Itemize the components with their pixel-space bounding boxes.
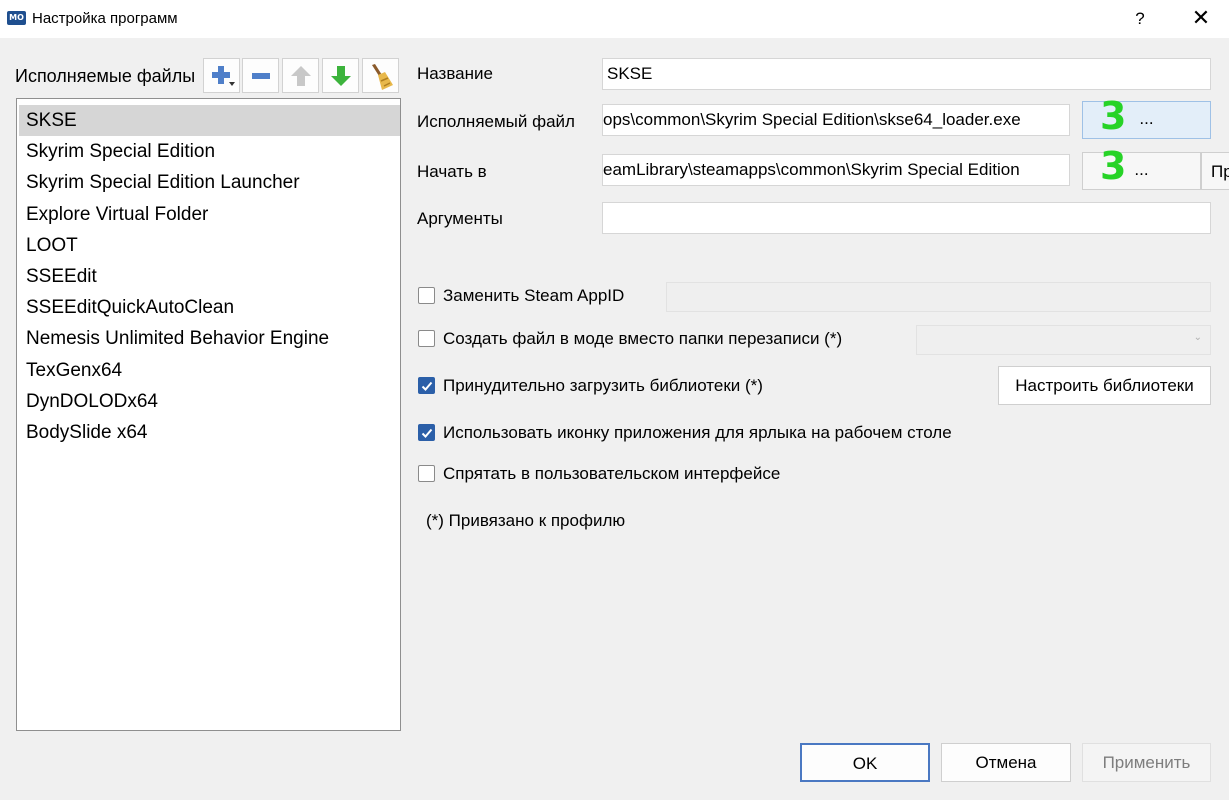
ok-button[interactable]: OK — [800, 743, 930, 782]
list-item[interactable]: Nemesis Unlimited Behavior Engine — [19, 323, 400, 354]
checkmark-icon — [421, 428, 433, 438]
list-item[interactable]: Skyrim Special Edition — [19, 136, 400, 167]
cancel-button[interactable]: Отмена — [941, 743, 1071, 782]
app-icon: MO — [7, 11, 26, 25]
add-executable-button[interactable] — [203, 58, 240, 93]
start-in-path-text: eamLibrary\steamapps\common\Skyrim Speci… — [603, 160, 1020, 179]
list-item[interactable]: Explore Virtual Folder — [19, 199, 400, 230]
create-file-checkbox[interactable] — [418, 330, 435, 347]
list-item[interactable]: SSEEditQuickAutoClean — [19, 292, 400, 323]
start-in-field[interactable]: eamLibrary\steamapps\common\Skyrim Speci… — [602, 154, 1070, 186]
steam-appid-label: Заменить Steam AppID — [443, 286, 625, 305]
apply-button[interactable]: Применить — [1082, 743, 1211, 782]
start-in-label: Начать в — [417, 162, 487, 181]
create-file-label: Создать файл в моде вместо папки перезап… — [443, 329, 843, 348]
binary-field[interactable]: ops\common\Skyrim Special Edition\skse64… — [602, 104, 1070, 136]
move-down-icon — [331, 66, 351, 86]
profile-note: (*) Привязано к профилю — [426, 511, 626, 530]
steam-appid-field — [666, 282, 1211, 312]
force-libs-checkbox[interactable] — [418, 377, 435, 394]
arguments-label: Аргументы — [417, 209, 503, 228]
hide-checkbox[interactable] — [418, 465, 435, 482]
annotation-mark-start-in: 3 — [1100, 144, 1127, 188]
annotation-mark-binary: 3 — [1100, 94, 1127, 138]
move-up-button[interactable] — [282, 58, 319, 93]
clean-broom-icon — [372, 64, 393, 90]
executables-list[interactable]: SKSE Skyrim Special Edition Skyrim Special… — [16, 98, 401, 731]
close-button[interactable]: ✕ — [1186, 4, 1216, 32]
checkmark-icon — [421, 381, 433, 391]
chevron-down-icon: ⌄ — [1193, 332, 1202, 343]
list-item[interactable]: DynDOLODx64 — [19, 386, 400, 417]
arguments-field[interactable] — [602, 202, 1211, 234]
hide-label: Спрятать в пользовательском интерфейсе — [443, 464, 781, 483]
list-item[interactable]: TexGenx64 — [19, 355, 400, 386]
move-up-icon — [291, 66, 311, 86]
list-item[interactable]: SSEEdit — [19, 261, 400, 292]
clean-button[interactable] — [362, 58, 399, 93]
steam-appid-checkbox[interactable] — [418, 287, 435, 304]
executables-label: Исполняемые файлы — [15, 66, 196, 86]
title-field[interactable]: SKSE — [602, 58, 1211, 90]
title-bar: MO Настройка программ ? ✕ — [0, 0, 1229, 38]
list-item[interactable]: Skyrim Special Edition Launcher — [19, 167, 400, 198]
remove-icon — [252, 73, 270, 79]
use-icon-label: Использовать иконку приложения для ярлык… — [443, 423, 952, 442]
configure-libs-button[interactable]: Настроить библиотеки — [998, 366, 1211, 405]
title-label: Название — [417, 64, 493, 83]
clipped-button[interactable]: Пр — [1201, 152, 1229, 190]
add-icon — [212, 66, 235, 86]
list-item[interactable]: LOOT — [19, 230, 400, 261]
window-title: Настройка программ — [32, 10, 178, 27]
list-item[interactable]: SKSE — [19, 105, 400, 136]
list-item[interactable]: BodySlide x64 — [19, 417, 400, 448]
binary-label: Исполняемый файл — [417, 112, 575, 131]
move-down-button[interactable] — [322, 58, 359, 93]
binary-path-text: ops\common\Skyrim Special Edition\skse64… — [603, 110, 1021, 129]
create-file-combo: ⌄ — [916, 325, 1211, 355]
force-libs-label: Принудительно загрузить библиотеки (*) — [443, 376, 763, 395]
help-button[interactable]: ? — [1126, 6, 1154, 32]
use-icon-checkbox[interactable] — [418, 424, 435, 441]
remove-executable-button[interactable] — [242, 58, 279, 93]
